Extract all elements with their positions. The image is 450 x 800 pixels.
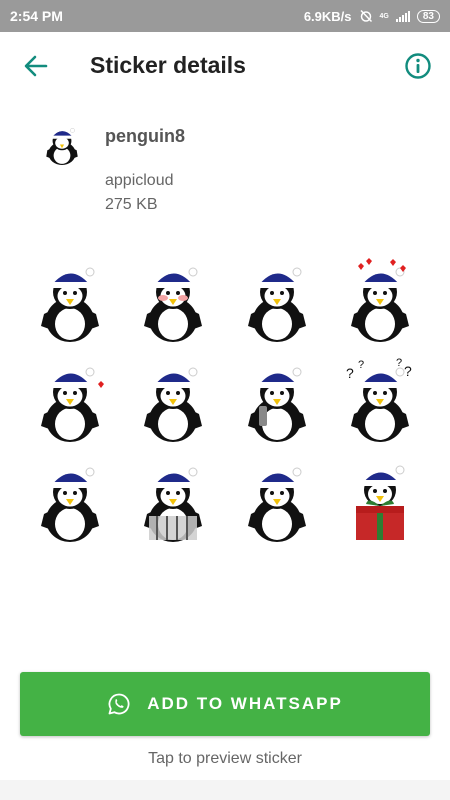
svg-text:?: ? bbox=[404, 363, 412, 379]
pack-name: penguin8 bbox=[105, 126, 185, 146]
sticker-item[interactable] bbox=[122, 350, 226, 450]
penguin-sticker-image bbox=[40, 467, 99, 542]
sticker-item[interactable] bbox=[122, 250, 226, 350]
whatsapp-icon bbox=[108, 693, 130, 715]
info-icon[interactable] bbox=[404, 52, 432, 80]
status-indicators: 6.9KB/s 4G 83 bbox=[304, 9, 440, 24]
battery-icon: 83 bbox=[416, 9, 440, 23]
sticker-item[interactable] bbox=[329, 250, 433, 350]
add-to-whatsapp-button[interactable]: ADD TO WHATSAPP bbox=[20, 672, 430, 736]
sticker-item[interactable] bbox=[225, 350, 329, 450]
penguin-sticker-image bbox=[351, 258, 410, 342]
svg-text:?: ? bbox=[346, 365, 354, 381]
sticker-item[interactable] bbox=[225, 450, 329, 550]
sticker-item[interactable] bbox=[18, 250, 122, 350]
battery-level: 83 bbox=[422, 10, 434, 22]
sticker-item[interactable] bbox=[122, 450, 226, 550]
preview-hint: Tap to preview sticker bbox=[148, 750, 302, 767]
sticker-grid: ???? bbox=[18, 250, 432, 550]
penguin-sticker-image bbox=[356, 465, 405, 540]
pack-publisher: appicloud bbox=[105, 172, 174, 189]
penguin-sticker-image bbox=[40, 267, 99, 342]
network-type: 4G bbox=[379, 12, 389, 20]
status-time: 2:54 PM bbox=[10, 8, 63, 24]
sticker-item[interactable] bbox=[18, 350, 122, 450]
nav-bar-strip bbox=[0, 780, 450, 800]
pack-size: 275 KB bbox=[105, 196, 158, 213]
add-button-label: ADD TO WHATSAPP bbox=[147, 694, 343, 713]
network-speed: 6.9KB/s bbox=[303, 8, 352, 24]
sticker-item[interactable] bbox=[329, 450, 433, 550]
arrow-left-icon[interactable] bbox=[22, 52, 50, 80]
pack-tray-icon bbox=[46, 128, 78, 165]
page-title: Sticker details bbox=[90, 52, 246, 78]
penguin-sticker-image bbox=[40, 367, 104, 442]
sticker-item[interactable] bbox=[225, 250, 329, 350]
penguin-sticker-image bbox=[247, 267, 306, 342]
sticker-item[interactable] bbox=[18, 450, 122, 550]
penguin-sticker-image: ???? bbox=[346, 358, 412, 442]
penguin-sticker-image bbox=[144, 267, 203, 342]
alarm-off-icon bbox=[359, 9, 372, 23]
status-bar: 2:54 PM 6.9KB/s 4G 83 bbox=[0, 0, 450, 32]
app-bar: Sticker details bbox=[0, 32, 450, 102]
svg-text:?: ? bbox=[358, 359, 364, 371]
svg-text:?: ? bbox=[396, 358, 402, 369]
sticker-item[interactable]: ???? bbox=[329, 350, 433, 450]
penguin-sticker-image bbox=[247, 367, 306, 442]
penguin-sticker-image bbox=[144, 467, 203, 542]
penguin-sticker-image bbox=[247, 467, 306, 542]
signal-icon bbox=[395, 10, 410, 22]
penguin-sticker-image bbox=[144, 367, 203, 442]
